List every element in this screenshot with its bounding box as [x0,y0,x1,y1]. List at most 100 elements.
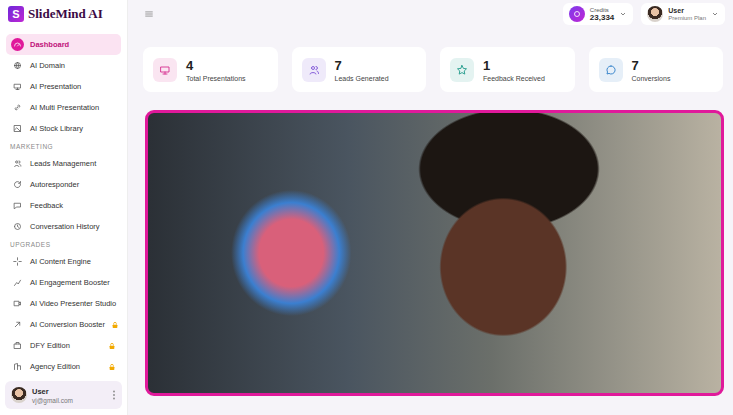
header-right: Credits23,334 UserPremium Plan [563,3,725,25]
stat-label: Conversions [632,75,671,82]
sidebar-item[interactable]: Dashboard [6,34,121,55]
sidebar-item[interactable]: AI Content Engine [6,251,121,272]
nav-icon-holder [11,178,24,191]
logo-name: SlideMind AI [28,6,103,22]
lock-icon [108,363,116,371]
nav-icon-holder [11,339,24,352]
stat-text: 4Total Presentations [186,58,246,82]
sidebar-item-label: DFY Edition [30,341,102,350]
nav-icon-holder [11,276,24,289]
logo[interactable]: SSlideMind AI [0,0,127,28]
sidebar-item-label: AI Stock Library [30,124,116,133]
account-name: User [32,387,107,396]
stat-label: Leads Generated [335,75,389,82]
hamburger-icon[interactable] [144,9,154,19]
stat-icon-box [450,58,474,82]
stat-card[interactable]: 4Total Presentations [143,47,278,92]
stat-icon-box [302,58,326,82]
stat-icon [456,64,468,76]
menu-item-icon [13,82,22,91]
nav-icon-holder [11,199,24,212]
menu-item-icon [13,278,22,287]
hero-image [145,110,724,396]
sidebar-item-label: Leads Management [30,159,116,168]
sidebar-item[interactable]: Leads Management [6,153,121,174]
sidebar-item[interactable]: AI Engagement Booster [6,272,121,293]
nav-icon-holder [11,318,24,331]
nav-icon-holder [11,157,24,170]
lock-icon [108,342,116,350]
sidebar-item[interactable]: AI Video Presenter Studio [6,293,121,314]
sidebar-item-label: Feedback [30,201,116,210]
stat-value: 4 [186,58,246,73]
stat-text: 7 Leads Generated [335,58,389,82]
menu-item-icon [13,159,22,168]
menu-item-icon [13,103,22,112]
credits-badge[interactable]: Credits23,334 [563,3,633,25]
menu-item-icon [13,180,22,189]
user-menu[interactable]: UserPremium Plan [641,3,725,25]
sidebar-item[interactable]: AI Multi Presentation [6,97,121,118]
stat-icon-box [153,58,177,82]
account-text: Uservj@gmail.com [32,387,107,404]
account-email: vj@gmail.com [32,397,107,404]
sidebar-item-label: AI Domain [30,61,116,70]
sidebar-item[interactable]: Autoresponder [6,174,121,195]
stats-row: 4Total Presentations 7 Leads Generated 1 Fee… [143,47,723,92]
stat-icon [308,64,320,76]
menu-item-icon [13,124,22,133]
sidebar-item[interactable]: Feedback [6,195,121,216]
sidebar: SSlideMind AI Dashboard AI Domain AI Presen… [0,0,128,415]
sidebar-item[interactable]: Agency Edition [6,356,121,377]
sidebar-item-label: AI Conversion Booster [30,320,105,329]
sidebar-item[interactable]: AI Domain [6,55,121,76]
menu-item-icon [13,299,22,308]
user-avatar [11,387,27,403]
stat-text: 1 Feedback Received [483,58,545,82]
credits-icon [569,6,585,22]
stat-value: 7 [335,58,389,73]
nav-icon-holder [11,255,24,268]
stat-label: Feedback Received [483,75,545,82]
top-bar: Credits23,334 UserPremium Plan [128,0,733,28]
chevron-down-icon [619,10,627,18]
stat-value: 1 [483,58,545,73]
sidebar-item[interactable]: Conversation History [6,216,121,237]
stat-card[interactable]: 7 Leads Generated [292,47,427,92]
lock-icon [111,321,119,329]
credits-value: 23,334 [590,13,614,22]
menu-item-icon [13,61,22,70]
stat-card[interactable]: 1 Feedback Received [440,47,575,92]
sidebar-item[interactable]: AI Conversion Booster [6,314,121,335]
menu-item-icon [13,341,22,350]
sidebar-item-label: Autoresponder [30,180,116,189]
stat-icon [159,64,171,76]
sidebar-item[interactable]: DFY Edition [6,335,121,356]
sidebar-item-label: Conversation History [30,222,116,231]
credits-text: Credits23,334 [590,7,614,22]
sidebar-item-label: Agency Edition [30,362,102,371]
nav-icon-holder [11,80,24,93]
nav-icon-holder [11,220,24,233]
sidebar-nav: Dashboard AI Domain AI PresentationAI Mult… [0,28,127,378]
sidebar-item[interactable]: AI Presentation [6,76,121,97]
user-plan: Premium Plan [668,15,706,21]
menu-item-icon [13,201,22,210]
menu-item-icon [13,40,22,49]
sidebar-item-label: AI Engagement Booster [30,278,116,287]
chevron-down-icon [711,10,719,18]
more-vertical-icon[interactable] [112,389,116,401]
sidebar-item-label: AI Video Presenter Studio [30,299,116,308]
sidebar-item-label: Dashboard [30,40,116,49]
app: SSlideMind AI Dashboard AI Domain AI Presen… [0,0,733,415]
stat-icon-box [599,58,623,82]
stat-card[interactable]: 7 Conversions [589,47,724,92]
menu-item-icon [13,257,22,266]
stat-value: 7 [632,58,671,73]
account-card[interactable]: Uservj@gmail.com [5,381,122,409]
stat-icon [605,64,617,76]
sidebar-item[interactable]: AI Stock Library [6,118,121,139]
nav-icon-holder [11,101,24,114]
menu-item-icon [13,222,22,231]
credits-label: Credits [590,7,614,13]
